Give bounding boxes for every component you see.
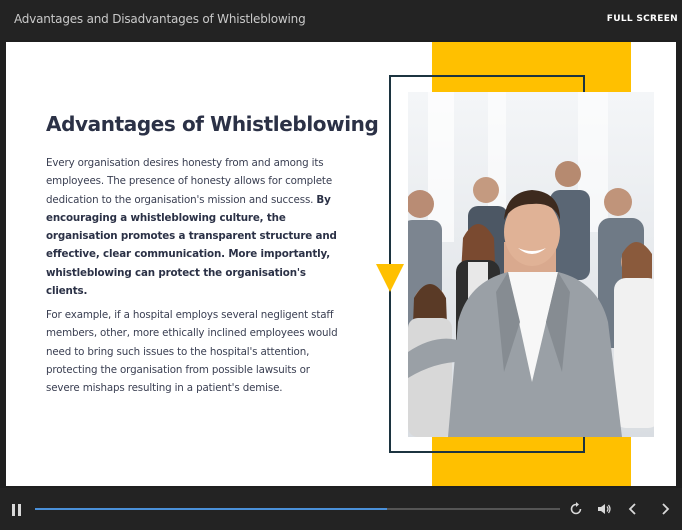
previous-icon[interactable] bbox=[624, 500, 642, 518]
volume-icon[interactable] bbox=[595, 500, 613, 518]
course-title: Advantages and Disadvantages of Whistleb… bbox=[14, 12, 306, 26]
progress-bar[interactable] bbox=[35, 508, 560, 510]
paragraph-1-text: Every organisation desires honesty from … bbox=[46, 157, 333, 206]
slide: Advantages of Whistleblowing Every organ… bbox=[6, 42, 676, 486]
player-controls bbox=[0, 488, 682, 530]
paragraph-2: For example, if a hospital employs sever… bbox=[46, 309, 338, 395]
next-icon[interactable] bbox=[656, 500, 674, 518]
replay-icon[interactable] bbox=[567, 500, 585, 518]
paragraph-1-bold: By encouraging a whistleblowing culture,… bbox=[46, 193, 337, 298]
paragraph-1: Every organisation desires honesty from … bbox=[46, 154, 346, 300]
team-photo-illustration bbox=[408, 92, 654, 437]
progress-fill bbox=[35, 508, 387, 510]
team-photo bbox=[408, 92, 654, 437]
slide-title: Advantages of Whistleblowing bbox=[46, 112, 379, 136]
triangle-marker bbox=[376, 264, 404, 292]
top-bar: Advantages and Disadvantages of Whistleb… bbox=[0, 0, 682, 40]
pause-icon[interactable] bbox=[12, 504, 22, 516]
fullscreen-button[interactable]: FULL SCREEN bbox=[607, 14, 678, 24]
